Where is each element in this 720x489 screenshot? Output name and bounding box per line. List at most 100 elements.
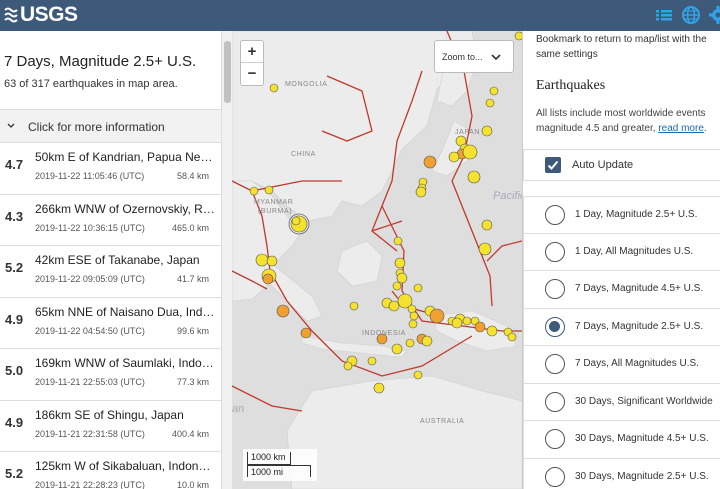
zoom-to-dropdown[interactable]: Zoom to... [434, 40, 514, 73]
earthquake-marker[interactable] [489, 86, 499, 96]
earthquake-marker[interactable] [367, 356, 377, 366]
settings-panel: Bookmark to return to map/list with the … [522, 31, 720, 489]
timestamp: 2019-11-21 22:28:23 (UTC) [35, 480, 145, 489]
feed-option[interactable]: 30 Days, Significant Worldwide [523, 383, 720, 421]
earthquake-marker[interactable] [392, 281, 402, 291]
earthquake-marker[interactable] [264, 185, 274, 195]
earthquake-marker[interactable] [462, 316, 472, 326]
radio-button[interactable] [545, 205, 565, 225]
auto-update-checkbox[interactable] [545, 157, 561, 173]
earthquake-marker[interactable] [485, 98, 495, 108]
earthquake-marker[interactable] [467, 170, 481, 184]
feed-option[interactable]: 30 Days, Magnitude 2.5+ U.S. [523, 458, 720, 489]
location: 186km SE of Shingu, Japan [35, 407, 184, 422]
list-item[interactable]: 4.9 65km NNE of Naisano Dua, Indonesia 2… [0, 298, 221, 349]
radio-button[interactable] [545, 429, 565, 449]
earthquake-marker[interactable] [405, 338, 415, 348]
earthquake-map[interactable] [232, 31, 522, 489]
earthquake-marker[interactable] [481, 219, 493, 231]
map-label-burma: (BURMA) [258, 208, 293, 215]
feed-option-label: 1 Day, Magnitude 2.5+ U.S. [575, 209, 698, 220]
list-title: 7 Days, Magnitude 2.5+ U.S. [4, 53, 197, 70]
feed-option[interactable]: 1 Day, All Magnitudes U.S. [523, 233, 720, 271]
earthquake-marker[interactable] [478, 242, 492, 256]
earthquake-marker[interactable] [269, 83, 279, 93]
earthquake-marker[interactable] [481, 125, 493, 137]
earthquake-marker[interactable] [423, 155, 437, 169]
list-item[interactable]: 4.7 50km E of Kandrian, Papua New Guinea… [0, 143, 221, 195]
zoom-controls: + − [240, 40, 264, 86]
feed-option[interactable]: 7 Days, Magnitude 2.5+ U.S. [523, 308, 720, 346]
radio-button[interactable] [545, 279, 565, 299]
earthquake-marker[interactable] [255, 253, 269, 267]
earthquake-marker[interactable] [429, 308, 445, 324]
earthquake-marker[interactable] [394, 257, 406, 269]
globe-icon[interactable] [681, 5, 701, 25]
list-icon[interactable] [654, 5, 674, 25]
feed-option[interactable]: 30 Days, Magnitude 4.5+ U.S. [523, 421, 720, 459]
zoom-out-button[interactable]: − [241, 63, 263, 85]
usgs-logo[interactable]: USGS [4, 3, 78, 27]
earthquake-marker[interactable] [388, 300, 400, 312]
map-canvas[interactable] [232, 31, 522, 489]
list-item[interactable]: 5.0 169km WNW of Saumlaki, Indonesia 201… [0, 349, 221, 401]
scale-km: 1000 km [247, 452, 291, 465]
more-info-toggle[interactable]: Click for more information [0, 109, 221, 143]
magnitude: 5.0 [5, 363, 24, 378]
earthquake-marker[interactable] [415, 186, 427, 198]
feed-option-label: 7 Days, Magnitude 2.5+ U.S. [575, 320, 704, 332]
gear-icon[interactable] [708, 5, 720, 25]
earthquake-marker[interactable] [507, 332, 517, 342]
earthquake-marker[interactable] [514, 31, 522, 41]
timestamp: 2019-11-22 09:05:09 (UTC) [35, 274, 145, 284]
scrollbar-thumb[interactable] [224, 41, 231, 103]
list-item[interactable]: 5.2 125km W of Sikabaluan, Indonesia 201… [0, 452, 221, 489]
earthquake-marker[interactable] [393, 236, 403, 246]
app-header: USGS [0, 0, 720, 31]
earthquake-list: 4.7 50km E of Kandrian, Papua New Guinea… [0, 143, 221, 489]
list-item[interactable]: 4.9 186km SE of Shingu, Japan 2019-11-21… [0, 401, 221, 452]
earthquake-marker[interactable] [276, 304, 290, 318]
list-scrollbar[interactable] [221, 31, 232, 489]
radio-button[interactable] [545, 354, 565, 374]
zoom-in-button[interactable]: + [241, 41, 263, 63]
earthquake-marker[interactable] [409, 311, 419, 321]
earthquake-marker[interactable] [300, 327, 312, 339]
earthquake-marker[interactable] [266, 255, 278, 267]
list-item[interactable]: 5.2 42km ESE of Takanabe, Japan 2019-11-… [0, 246, 221, 298]
earthquake-marker[interactable] [291, 216, 301, 226]
earthquake-marker[interactable] [343, 361, 353, 371]
map-label-indonesia: INDONESIA [362, 330, 406, 337]
feed-option-label: 30 Days, Magnitude 2.5+ U.S. [575, 470, 709, 482]
earthquake-marker[interactable] [448, 151, 460, 163]
earthquake-marker[interactable] [474, 321, 486, 333]
earthquake-marker[interactable] [462, 144, 478, 160]
timestamp: 2019-11-22 10:36:15 (UTC) [35, 222, 145, 233]
list-item[interactable]: 4.3 266km WNW of Ozernovskiy, Russia 201… [0, 195, 221, 246]
radio-button[interactable] [545, 391, 565, 412]
earthquake-marker[interactable] [451, 317, 463, 329]
earthquake-marker[interactable] [413, 370, 423, 380]
earthquake-marker[interactable] [249, 186, 259, 196]
feed-option[interactable]: 7 Days, Magnitude 4.5+ U.S. [523, 271, 720, 309]
earthquake-marker[interactable] [421, 335, 433, 347]
radio-button[interactable] [545, 241, 565, 262]
australia-landmass [286, 375, 522, 489]
earthquake-marker[interactable] [373, 382, 385, 394]
earthquake-marker[interactable] [413, 283, 423, 293]
radio-button[interactable] [545, 466, 565, 487]
earthquake-marker[interactable] [486, 325, 498, 337]
feed-options: 1 Day, Magnitude 2.5+ U.S. 1 Day, All Ma… [523, 196, 720, 489]
auto-update-toggle[interactable]: Auto Update [523, 149, 720, 181]
magnitude: 4.9 [5, 414, 24, 430]
location: 266km WNW of Ozernovskiy, Russia [35, 201, 215, 216]
earthquake-marker[interactable] [262, 273, 274, 285]
earthquake-marker[interactable] [349, 301, 359, 311]
radio-button-selected[interactable] [545, 316, 565, 337]
read-more-link[interactable]: read more [658, 123, 704, 134]
feed-option[interactable]: 1 Day, Magnitude 2.5+ U.S. [523, 196, 720, 234]
earthquake-marker[interactable] [396, 272, 408, 284]
feed-option[interactable]: 7 Days, All Magnitudes U.S. [523, 346, 720, 384]
earthquake-marker[interactable] [408, 319, 418, 329]
earthquake-marker[interactable] [391, 343, 403, 355]
